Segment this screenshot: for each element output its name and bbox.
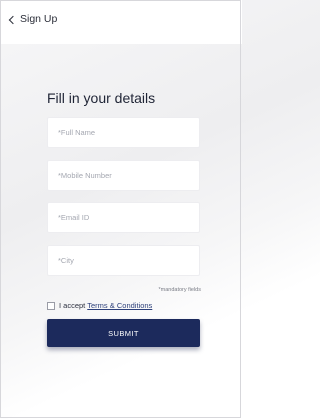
- back-button[interactable]: Sign Up: [8, 13, 58, 25]
- accept-checkbox[interactable]: [47, 301, 55, 310]
- city-field[interactable]: [47, 245, 200, 276]
- top-bar: Sign Up: [0, 0, 242, 44]
- page-title: Fill in your details: [47, 90, 156, 106]
- email-field[interactable]: [47, 202, 200, 233]
- terms-link[interactable]: Terms & Conditions: [87, 301, 152, 310]
- back-label: Sign Up: [20, 13, 58, 25]
- mobile-number-field[interactable]: [47, 160, 200, 191]
- full-name-input[interactable]: [48, 118, 199, 147]
- email-input[interactable]: [48, 203, 199, 232]
- mobile-number-input[interactable]: [48, 161, 199, 190]
- accept-label: I accept: [59, 301, 86, 310]
- accept-terms-row: I accept Terms & Conditions: [47, 301, 152, 310]
- full-name-field[interactable]: [47, 117, 200, 148]
- submit-button[interactable]: SUBMIT: [47, 319, 200, 347]
- mandatory-note: *mandatory fields: [158, 287, 202, 293]
- city-input[interactable]: [48, 246, 199, 275]
- chevron-left-icon: [8, 15, 18, 24]
